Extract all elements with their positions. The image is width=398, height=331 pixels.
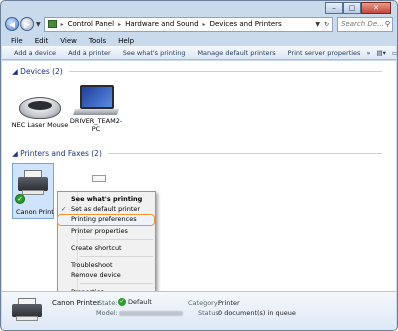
model-label: Model: bbox=[96, 309, 118, 317]
address-bar[interactable]: ▸ Control Panel ▸ Hardware and Sound ▸ D… bbox=[43, 16, 333, 32]
forward-arrow-icon: ▶ bbox=[23, 19, 31, 29]
menu-separator bbox=[80, 283, 153, 284]
collapse-icon[interactable]: ◢ bbox=[12, 67, 18, 76]
context-menu: See what's printing ✓ Set as default pri… bbox=[57, 191, 156, 296]
control-panel-icon bbox=[47, 20, 57, 28]
menu-item-set-default-printer[interactable]: ✓ Set as default printer bbox=[58, 204, 155, 214]
state-text: Default bbox=[128, 298, 152, 306]
status-value: 0 document(s) in queue bbox=[218, 309, 296, 317]
menu-item-remove-device[interactable]: Remove device bbox=[58, 270, 155, 280]
devices-and-printers-window: – □ ✕ ◀ ▶ ▼ ▸ Control Panel ▸ Hardware a… bbox=[0, 0, 398, 331]
preview-pane-icon[interactable]: ▭ bbox=[392, 49, 397, 57]
breadcrumb-separator-icon[interactable]: ▸ bbox=[61, 21, 64, 28]
default-check-icon: ✓ bbox=[15, 194, 25, 204]
back-button[interactable]: ◀ bbox=[5, 17, 19, 31]
printer-icon bbox=[12, 298, 42, 324]
menu-item-printer-properties[interactable]: Printer properties bbox=[58, 226, 155, 236]
close-button[interactable]: ✕ bbox=[361, 2, 391, 14]
print-server-properties-button[interactable]: Print server properties bbox=[282, 49, 367, 57]
printers-group-header[interactable]: ◢ Printers and Faxes (2) bbox=[12, 149, 382, 158]
recent-pages-dropdown-icon[interactable]: ▼ bbox=[36, 21, 41, 28]
printers-group-title: Printers and Faxes (2) bbox=[20, 149, 102, 158]
devices-group-title: Devices (2) bbox=[20, 67, 63, 76]
menu-item-label: Troubleshoot bbox=[71, 261, 113, 269]
see-whats-printing-button[interactable]: See what's printing bbox=[117, 49, 192, 57]
menu-tools[interactable]: Tools bbox=[89, 37, 106, 45]
add-device-button[interactable]: Add a device bbox=[8, 49, 62, 57]
device-nec-laser-mouse[interactable]: NEC Laser Mouse bbox=[10, 85, 70, 129]
checkmark-icon: ✓ bbox=[61, 205, 67, 213]
menu-help[interactable]: Help bbox=[118, 37, 134, 45]
minimize-button[interactable]: – bbox=[325, 2, 343, 14]
menu-item-label: Set as default printer bbox=[71, 205, 141, 213]
menu-item-label: Remove device bbox=[71, 271, 121, 279]
devices-group-header[interactable]: ◢ Devices (2) bbox=[12, 67, 382, 76]
printer-icon bbox=[18, 170, 48, 196]
menu-item-label: Create shortcut bbox=[71, 244, 122, 252]
menu-item-see-whats-printing[interactable]: See what's printing bbox=[58, 194, 155, 204]
mouse-icon bbox=[19, 97, 61, 119]
device-label: NEC Laser Mouse bbox=[11, 121, 69, 129]
state-value: ✓ Default bbox=[118, 298, 152, 306]
caption-buttons: – □ ✕ bbox=[325, 2, 391, 14]
back-arrow-icon: ◀ bbox=[8, 19, 16, 29]
menu-edit[interactable]: Edit bbox=[35, 37, 49, 45]
maximize-button[interactable]: □ bbox=[343, 2, 361, 14]
menu-item-create-shortcut[interactable]: Create shortcut bbox=[58, 243, 155, 253]
category-value: Printer bbox=[218, 299, 240, 307]
details-pane: Canon Printer State: ✓ Default Model: Cat… bbox=[2, 291, 396, 330]
breadcrumb-separator-icon[interactable]: ▸ bbox=[118, 21, 121, 28]
menu-item-troubleshoot[interactable]: Troubleshoot bbox=[58, 260, 155, 270]
device-driver-team2-pc[interactable]: DRIVER_TEAM2-PC bbox=[66, 85, 126, 133]
default-check-icon: ✓ bbox=[118, 298, 126, 306]
menu-file[interactable]: File bbox=[11, 37, 23, 45]
menu-separator bbox=[80, 239, 153, 240]
printer-icon bbox=[92, 175, 106, 182]
search-placeholder: Search De... bbox=[341, 20, 384, 28]
search-icon[interactable]: ⚲ bbox=[385, 20, 390, 28]
printer-canon[interactable]: ✓ Canon Print bbox=[12, 163, 54, 219]
collapse-icon[interactable]: ◢ bbox=[12, 149, 18, 158]
forward-button[interactable]: ▶ bbox=[20, 17, 34, 31]
model-value-blurred bbox=[119, 309, 183, 317]
add-printer-button[interactable]: Add a printer bbox=[62, 49, 117, 57]
command-bar: Add a device Add a printer See what's pr… bbox=[2, 46, 397, 60]
menu-item-label: Printer properties bbox=[71, 227, 128, 235]
manage-default-printers-button[interactable]: Manage default printers bbox=[191, 49, 281, 57]
state-label: State: bbox=[98, 299, 118, 307]
address-controls: ▼ ↻ bbox=[315, 21, 332, 28]
laptop-icon bbox=[72, 85, 120, 115]
group-divider bbox=[68, 71, 382, 72]
command-bar-right: » ▤▾ ▭ ? bbox=[366, 48, 397, 57]
device-label: DRIVER_TEAM2-PC bbox=[69, 117, 123, 133]
breadcrumb-hardware-and-sound[interactable]: Hardware and Sound bbox=[125, 20, 198, 28]
breadcrumb-separator-icon[interactable]: ▸ bbox=[203, 21, 206, 28]
menu-item-label: See what's printing bbox=[71, 195, 143, 203]
breadcrumb-control-panel[interactable]: Control Panel bbox=[68, 20, 114, 28]
more-commands-icon[interactable]: » bbox=[366, 49, 370, 57]
group-divider bbox=[107, 153, 382, 154]
details-printer-name: Canon Printer bbox=[52, 299, 100, 307]
address-row: ◀ ▶ ▼ ▸ Control Panel ▸ Hardware and Sou… bbox=[5, 15, 393, 33]
menu-item-printing-preferences[interactable]: Printing preferences bbox=[57, 214, 155, 226]
address-dropdown-icon[interactable]: ▼ bbox=[315, 21, 320, 28]
refresh-icon[interactable]: ↻ bbox=[324, 21, 329, 28]
view-options-icon[interactable]: ▤▾ bbox=[376, 49, 385, 57]
breadcrumb-devices-and-printers[interactable]: Devices and Printers bbox=[210, 20, 282, 28]
menu-separator bbox=[80, 256, 153, 257]
search-input[interactable]: Search De... ⚲ bbox=[337, 16, 393, 32]
menu-item-label: Printing preferences bbox=[71, 215, 137, 223]
category-label: Category: bbox=[188, 299, 220, 307]
menu-view[interactable]: View bbox=[60, 37, 77, 45]
